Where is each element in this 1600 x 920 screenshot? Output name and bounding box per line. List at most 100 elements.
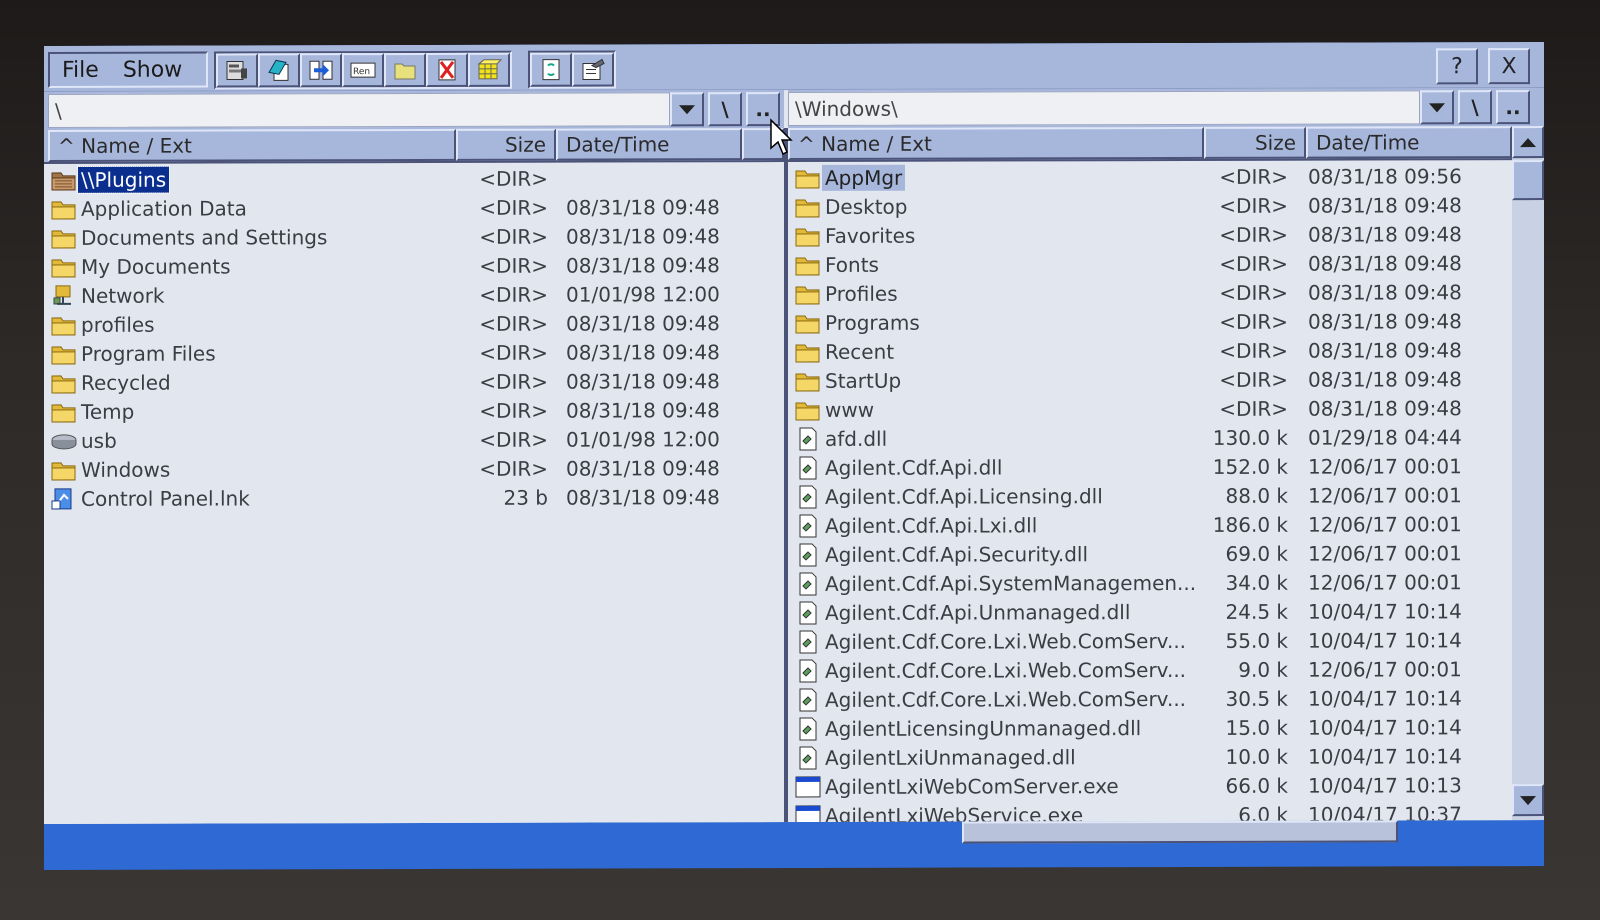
left-file-row[interactable]: Application Data <DIR> 08/31/18 09:48 (44, 193, 784, 224)
right-header-size[interactable]: Size (1204, 126, 1306, 159)
left-file-row[interactable]: Recycled <DIR> 08/31/18 09:48 (44, 367, 784, 398)
file-size: <DIR> (479, 340, 548, 365)
dll-file-icon (794, 746, 822, 770)
left-header-date[interactable]: Date/Time (556, 128, 742, 161)
right-file-row[interactable]: Agilent.Cdf.Api.Unmanaged.dll 24.5 k 10/… (788, 597, 1512, 628)
right-file-row[interactable]: Profiles <DIR> 08/31/18 09:48 (788, 278, 1512, 309)
right-file-row[interactable]: AgilentLxiUnmanaged.dll 10.0 k 10/04/17 … (788, 742, 1512, 773)
left-file-row[interactable]: Windows <DIR> 08/31/18 09:48 (44, 454, 784, 485)
menu-show[interactable]: Show (111, 57, 194, 82)
file-date: 08/31/18 09:48 (566, 485, 720, 510)
file-size: 9.0 k (1238, 657, 1288, 682)
scroll-down-button[interactable] (1512, 784, 1544, 817)
file-size: 69.0 k (1225, 541, 1288, 566)
dll-file-icon (794, 630, 822, 654)
file-date: 08/31/18 09:48 (566, 456, 720, 481)
new-folder-icon (394, 63, 416, 80)
menu-file[interactable]: File (50, 57, 111, 82)
file-size: <DIR> (479, 369, 548, 394)
left-path-dropdown[interactable] (670, 92, 704, 127)
refresh-button[interactable] (530, 52, 572, 87)
help-button[interactable]: ? (1436, 48, 1478, 85)
network-icon (50, 284, 78, 308)
right-file-row[interactable]: Agilent.Cdf.Core.Lxi.Web.ComServ... 30.5… (788, 684, 1512, 715)
file-name: Agilent.Cdf.Api.Licensing.dll (825, 484, 1103, 509)
right-file-row[interactable]: Agilent.Cdf.Api.SystemManagemen... 34.0 … (788, 568, 1512, 599)
left-file-list: \\Plugins <DIR> Application Data <DIR> 0… (44, 164, 784, 514)
right-file-row[interactable]: Favorites <DIR> 08/31/18 09:48 (788, 220, 1512, 251)
right-header-date[interactable]: Date/Time (1306, 126, 1512, 159)
right-root-button[interactable]: \ (1458, 90, 1492, 125)
left-header-name[interactable]: ^ Name / Ext (48, 128, 456, 162)
properties-button[interactable] (216, 53, 258, 88)
right-file-row[interactable]: Agilent.Cdf.Api.dll 152.0 k 12/06/17 00:… (788, 452, 1512, 483)
right-file-row[interactable]: afd.dll 130.0 k 01/29/18 04:44 (788, 423, 1512, 454)
file-size: <DIR> (479, 224, 548, 249)
folder-icon (50, 313, 78, 337)
right-path-bar: \Windows\ \ .. (788, 88, 1544, 129)
right-file-row[interactable]: AgilentLicensingUnmanaged.dll 15.0 k 10/… (788, 713, 1512, 744)
right-file-row[interactable]: Recent <DIR> 08/31/18 09:48 (788, 336, 1512, 367)
file-size: <DIR> (1219, 367, 1288, 392)
dll-file-icon (794, 601, 822, 625)
right-file-row[interactable]: Agilent.Cdf.Api.Licensing.dll 88.0 k 12/… (788, 481, 1512, 512)
horizontal-scrollbar[interactable] (962, 820, 1398, 844)
file-name: StartUp (825, 368, 902, 393)
right-file-row[interactable]: AgilentLxiWebComServer.exe 66.0 k 10/04/… (788, 771, 1512, 802)
right-path-dropdown[interactable] (1420, 90, 1454, 125)
delete-button[interactable] (426, 52, 468, 87)
right-up-button[interactable]: .. (1496, 90, 1530, 125)
new-folder-button[interactable] (384, 52, 426, 88)
left-file-row[interactable]: Control Panel.lnk 23 b 08/31/18 09:48 (44, 483, 784, 514)
right-file-pane: ^ Name / Ext Size Date/Time AppMgr <DIR>… (788, 126, 1512, 823)
left-file-row[interactable]: Documents and Settings <DIR> 08/31/18 09… (44, 222, 784, 253)
left-up-button[interactable]: .. (746, 92, 780, 127)
right-file-row[interactable]: StartUp <DIR> 08/31/18 09:48 (788, 365, 1512, 396)
right-file-row[interactable]: Programs <DIR> 08/31/18 09:48 (788, 307, 1512, 338)
left-file-row[interactable]: My Documents <DIR> 08/31/18 09:48 (44, 251, 784, 282)
left-file-row[interactable]: Temp <DIR> 08/31/18 09:48 (44, 396, 784, 427)
pack-button[interactable] (468, 52, 510, 87)
file-date: 10/04/17 10:14 (1308, 628, 1462, 653)
right-path-input[interactable]: \Windows\ (788, 90, 1420, 127)
file-date: 10/04/17 10:37 (1308, 802, 1462, 823)
right-file-row[interactable]: Fonts <DIR> 08/31/18 09:48 (788, 249, 1512, 280)
right-file-row[interactable]: Agilent.Cdf.Core.Lxi.Web.ComServ... 55.0… (788, 626, 1512, 657)
left-file-row[interactable]: Network <DIR> 01/01/98 12:00 (44, 280, 784, 311)
right-file-row[interactable]: www <DIR> 08/31/18 09:48 (788, 394, 1512, 425)
dll-file-icon (794, 659, 822, 683)
right-file-row[interactable]: Agilent.Cdf.Core.Lxi.Web.ComServ... 9.0 … (788, 655, 1512, 686)
right-file-row[interactable]: AppMgr <DIR> 08/31/18 09:56 (788, 162, 1512, 193)
left-file-row[interactable]: Program Files <DIR> 08/31/18 09:48 (44, 338, 784, 369)
move-button[interactable] (300, 53, 342, 88)
right-file-row[interactable]: AgilentLxiWebService.exe 6.0 k 10/04/17 … (788, 800, 1512, 823)
left-path-input[interactable]: \ (48, 92, 670, 128)
right-file-row[interactable]: Desktop <DIR> 08/31/18 09:48 (788, 191, 1512, 222)
file-name: Temp (81, 399, 135, 424)
rename-button[interactable]: Ren (342, 53, 384, 88)
right-file-row[interactable]: Agilent.Cdf.Api.Security.dll 69.0 k 12/0… (788, 539, 1512, 570)
close-button[interactable]: X (1488, 48, 1530, 85)
scroll-thumb[interactable] (1512, 160, 1544, 201)
copy-button[interactable] (258, 53, 300, 88)
file-size: 30.5 k (1225, 686, 1288, 711)
left-file-row[interactable]: \\Plugins <DIR> (44, 164, 784, 195)
file-size: 55.0 k (1225, 628, 1288, 653)
folder-icon (50, 371, 78, 395)
right-header-name[interactable]: ^ Name / Ext (788, 126, 1204, 161)
folder-icon (50, 197, 78, 221)
right-vertical-scrollbar[interactable] (1512, 126, 1544, 821)
right-file-row[interactable]: Agilent.Cdf.Api.Lxi.dll 186.0 k 12/06/17… (788, 510, 1512, 541)
left-root-button[interactable]: \ (708, 92, 742, 127)
left-file-row[interactable]: profiles <DIR> 08/31/18 09:48 (44, 309, 784, 340)
left-file-row[interactable]: usb <DIR> 01/01/98 12:00 (44, 425, 784, 456)
file-name: Network (81, 283, 165, 308)
settings-button[interactable] (572, 52, 614, 87)
left-header-size[interactable]: Size (456, 128, 556, 161)
file-name: usb (81, 428, 117, 453)
dll-file-icon (794, 456, 822, 480)
file-name: Profiles (825, 281, 898, 306)
scroll-up-button[interactable] (1512, 126, 1544, 159)
file-name: Agilent.Cdf.Api.dll (825, 455, 1003, 480)
file-date: 12/06/17 00:01 (1308, 541, 1462, 566)
